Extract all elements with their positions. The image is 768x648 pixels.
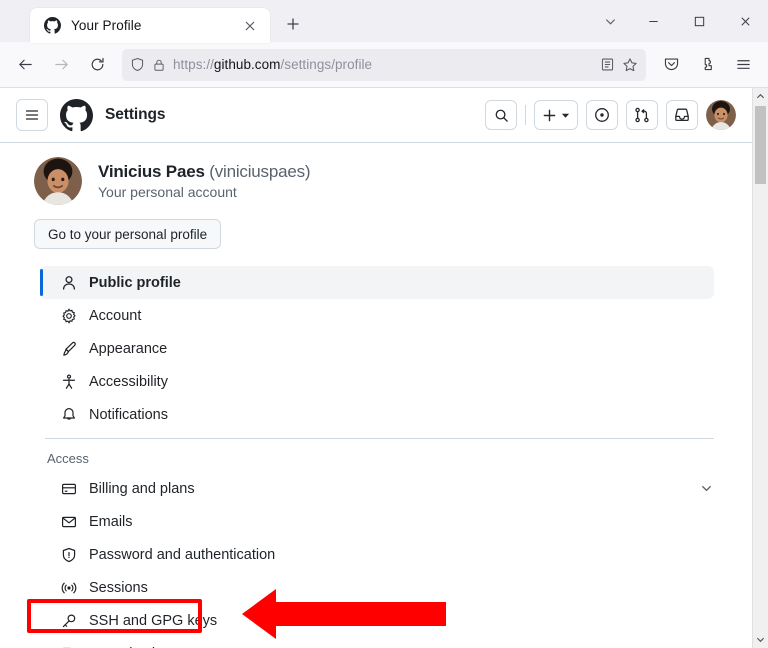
create-new-button[interactable] (534, 100, 578, 130)
github-header: Settings (0, 88, 752, 143)
tab-strip: Your Profile (0, 0, 768, 43)
chevron-down-icon (561, 113, 570, 118)
bookmark-star-icon[interactable] (622, 57, 638, 73)
sidebar-item-notifications[interactable]: Notifications (40, 398, 714, 431)
url-text[interactable]: https://github.com/settings/profile (173, 57, 593, 72)
sidebar-item-account[interactable]: Account (40, 299, 714, 332)
github-logo-icon[interactable] (60, 98, 93, 132)
minimize-button[interactable] (630, 0, 676, 42)
reload-button[interactable] (80, 49, 114, 81)
pocket-icon[interactable] (654, 49, 688, 81)
header-divider (525, 105, 526, 125)
account-fullname: Vinicius Paes (98, 162, 205, 181)
bell-icon (60, 406, 77, 423)
sidebar-item-emails[interactable]: Emails (40, 505, 714, 538)
sidebar-item-label: Appearance (89, 340, 168, 357)
sidebar-item-appearance[interactable]: Appearance (40, 332, 714, 365)
gear-icon (60, 307, 77, 324)
close-icon[interactable] (240, 16, 260, 36)
paintbrush-icon (60, 340, 77, 357)
sidebar-item-billing-and-plans[interactable]: Billing and plans (40, 472, 714, 505)
sidebar-item-label: Account (89, 307, 142, 324)
close-window-button[interactable] (722, 0, 768, 42)
tab-title: Your Profile (71, 18, 142, 33)
github-favicon (44, 17, 61, 34)
window-controls (590, 0, 768, 42)
accessibility-icon (60, 373, 77, 390)
chevron-down-icon[interactable] (590, 0, 630, 42)
issues-icon[interactable] (586, 100, 618, 130)
account-handle: (viniciuspaes) (209, 162, 311, 181)
navigation-toolbar: https://github.com/settings/profile (0, 42, 768, 88)
hamburger-menu-icon[interactable] (16, 99, 48, 131)
scrollbar[interactable] (752, 88, 768, 648)
annotation-arrow-icon (240, 588, 450, 645)
person-icon (60, 274, 77, 291)
shield-icon[interactable] (130, 57, 145, 72)
maximize-button[interactable] (676, 0, 722, 42)
key-icon (60, 612, 77, 629)
chevron-down-icon[interactable] (699, 481, 714, 496)
scroll-down-button[interactable] (753, 631, 768, 648)
mail-icon (60, 513, 77, 530)
sidebar-item-label: Public profile (89, 274, 181, 291)
sidebar-item-label: Notifications (89, 406, 168, 423)
new-tab-button[interactable] (278, 9, 308, 39)
account-text: Vinicius Paes (viniciuspaes) Your person… (98, 162, 311, 200)
go-to-personal-profile-button[interactable]: Go to your personal profile (34, 219, 222, 249)
search-icon[interactable] (485, 100, 517, 130)
sidebar-item-accessibility[interactable]: Accessibility (40, 365, 714, 398)
inbox-icon[interactable] (666, 100, 698, 130)
avatar[interactable] (706, 100, 736, 130)
sidebar-item-label: Password and authentication (89, 546, 276, 563)
browser-tab[interactable]: Your Profile (30, 8, 270, 43)
url-bar[interactable]: https://github.com/settings/profile (122, 48, 646, 81)
pull-requests-icon[interactable] (626, 100, 658, 130)
nav-section-access-title: Access (47, 451, 89, 466)
account-name: Vinicius Paes (viniciuspaes) (98, 162, 311, 182)
extensions-icon[interactable] (690, 49, 724, 81)
app-menu-icon[interactable] (726, 49, 760, 81)
sidebar-item-label: SSH and GPG keys (89, 612, 218, 629)
shield-lock-icon (60, 546, 77, 563)
sidebar-item-password-and-authentication[interactable]: Password and authentication (40, 538, 714, 571)
page-title: Settings (105, 106, 166, 123)
browser-window: Your Profile https://github.com/settings… (0, 0, 768, 648)
sidebar-item-label: Sessions (89, 579, 148, 596)
sidebar-item-label: Accessibility (89, 373, 168, 390)
credit-card-icon (60, 480, 77, 497)
scroll-up-button[interactable] (753, 88, 768, 105)
sidebar-item-public-profile[interactable]: Public profile (40, 266, 714, 299)
sidebar-item-label: Emails (89, 513, 133, 530)
header-actions (485, 100, 736, 130)
forward-button[interactable] (44, 49, 78, 81)
back-button[interactable] (8, 49, 42, 81)
scroll-thumb[interactable] (755, 106, 766, 184)
account-subtitle: Your personal account (98, 184, 237, 200)
lock-icon[interactable] (152, 58, 166, 72)
sidebar-item-label: Billing and plans (89, 480, 195, 497)
account-summary: Vinicius Paes (viniciuspaes) Your person… (0, 143, 752, 205)
page-content: Settings Vinicius Paes (viniciuspaes) Yo… (0, 88, 752, 648)
broadcast-icon (60, 579, 77, 596)
reader-view-icon[interactable] (600, 57, 615, 72)
profile-avatar[interactable] (34, 157, 82, 205)
